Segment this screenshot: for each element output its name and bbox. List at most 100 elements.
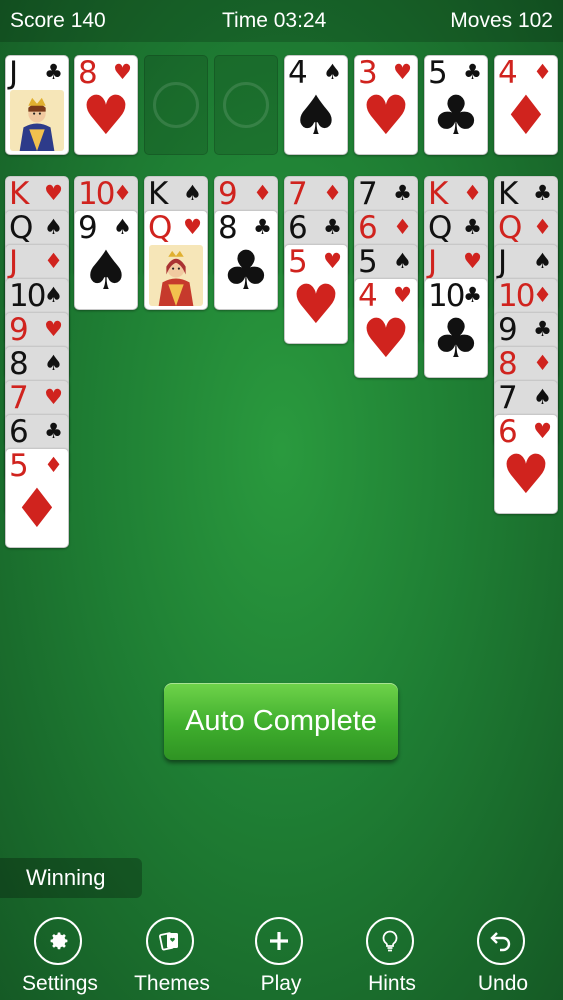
settings-label: Settings	[22, 972, 98, 995]
hints-button[interactable]: Hints	[340, 917, 444, 1000]
themes-label: Themes	[134, 972, 210, 995]
heart-large-icon: ♥	[361, 84, 411, 147]
club-icon: ♣	[323, 215, 342, 239]
club-large-icon: ♣	[431, 307, 481, 370]
diamond-icon: ♦	[113, 181, 132, 205]
tableau-card-queen-of-hearts[interactable]: Q ♥	[144, 210, 208, 310]
diamond-icon: ♦	[533, 215, 552, 239]
moves-display: Moves 102	[450, 9, 553, 32]
club-icon: ♣	[463, 283, 482, 307]
club-large-icon: ♣	[221, 239, 271, 302]
spade-large-icon: ♠	[291, 84, 341, 147]
card-rank: 10	[9, 278, 46, 314]
foundation-card-4-of-diamonds[interactable]: 4 ♦ ♦	[494, 55, 558, 155]
jack-face-illustration	[10, 90, 64, 151]
club-large-icon: ♣	[431, 84, 481, 147]
spade-icon: ♠	[113, 215, 132, 239]
hints-label: Hints	[368, 972, 416, 995]
spade-icon: ♠	[533, 385, 552, 409]
themes-button[interactable]: Themes	[120, 917, 224, 1000]
undo-label: Undo	[477, 972, 529, 995]
heart-icon: ♥	[533, 419, 552, 443]
club-icon: ♣	[463, 60, 482, 84]
heart-large-icon: ♥	[361, 307, 411, 370]
card-rank: J	[428, 244, 437, 280]
card-rank: K	[9, 176, 29, 212]
card-rank: 6	[358, 210, 378, 246]
card-rank: J	[9, 244, 18, 280]
heart-icon: ♥	[463, 249, 482, 273]
tableau-card-5-of-hearts[interactable]: 5 ♥ ♥	[284, 244, 348, 344]
empty-slot-ring-icon	[153, 82, 199, 128]
heart-icon: ♥	[393, 283, 412, 307]
tableau-card-9-of-spades[interactable]: 9 ♠ ♠	[74, 210, 138, 310]
settings-button[interactable]: Settings	[8, 917, 112, 1000]
heart-icon: ♥	[44, 181, 63, 205]
card-rank: Q	[498, 210, 522, 246]
diamond-icon: ♦	[253, 181, 272, 205]
diamond-icon: ♦	[533, 60, 552, 84]
foundation-card-4-of-spades[interactable]: 4 ♠ ♠	[284, 55, 348, 155]
diamond-icon: ♦	[323, 181, 342, 205]
heart-icon: ♥	[44, 317, 63, 341]
freecell-card-jack-of-clubs[interactable]: J ♣	[5, 55, 69, 155]
tableau-card-4-of-hearts[interactable]: 4 ♥ ♥	[354, 278, 418, 378]
play-button[interactable]: Play	[229, 917, 333, 1000]
lightbulb-icon	[366, 917, 414, 965]
card-rank: 8	[498, 346, 518, 382]
heart-large-icon: ♥	[81, 84, 131, 147]
undo-button[interactable]: Undo	[451, 917, 555, 1000]
spade-icon: ♠	[183, 181, 202, 205]
card-rank: Q	[9, 210, 33, 246]
club-icon: ♣	[533, 181, 552, 205]
club-icon: ♣	[44, 60, 63, 84]
diamond-icon: ♦	[533, 283, 552, 307]
themes-cards-icon	[146, 917, 194, 965]
spade-icon: ♠	[44, 351, 63, 375]
club-icon: ♣	[393, 181, 412, 205]
heart-icon: ♥	[323, 249, 342, 273]
spade-large-icon: ♠	[81, 239, 131, 302]
spade-icon: ♠	[393, 249, 412, 273]
card-rank: 7	[498, 380, 518, 416]
card-rank: 10	[498, 278, 535, 314]
foundation-card-5-of-clubs[interactable]: 5 ♣ ♣	[424, 55, 488, 155]
empty-free-cell[interactable]	[214, 55, 278, 155]
heart-large-icon: ♥	[501, 443, 551, 506]
freecell-card-8-of-hearts[interactable]: 8 ♥ ♥	[74, 55, 138, 155]
heart-large-icon: ♥	[291, 273, 341, 336]
heart-icon: ♥	[393, 60, 412, 84]
heart-icon: ♥	[44, 385, 63, 409]
card-rank: K	[498, 176, 518, 212]
auto-complete-button[interactable]: Auto Complete	[164, 683, 398, 760]
undo-arrow-icon	[477, 917, 525, 965]
diamond-icon: ♦	[44, 249, 63, 273]
card-rank: K	[148, 176, 168, 212]
winning-status-badge: Winning	[0, 858, 142, 898]
tableau-card-5-of-diamonds[interactable]: 5 ♦ ♦	[5, 448, 69, 548]
tableau-card-10-of-clubs[interactable]: 10 ♣ ♣	[424, 278, 488, 378]
club-icon: ♣	[533, 317, 552, 341]
card-rank: 7	[288, 176, 308, 212]
play-label: Play	[260, 972, 302, 995]
card-rank: J	[9, 55, 18, 91]
tableau-card-8-of-clubs[interactable]: 8 ♣ ♣	[214, 210, 278, 310]
foundation-card-3-of-hearts[interactable]: 3 ♥ ♥	[354, 55, 418, 155]
club-icon: ♣	[253, 215, 272, 239]
card-rank: 9	[498, 312, 518, 348]
card-rank: 9	[218, 176, 238, 212]
card-rank: 7	[358, 176, 378, 212]
diamond-large-icon: ♦	[12, 477, 62, 540]
empty-free-cell[interactable]	[144, 55, 208, 155]
timer-display: Time 03:24	[222, 9, 327, 32]
plus-icon	[255, 917, 303, 965]
spade-icon: ♠	[533, 249, 552, 273]
spade-icon: ♠	[44, 283, 63, 307]
card-rank: K	[428, 176, 448, 212]
heart-icon: ♥	[183, 215, 202, 239]
tableau-card-6-of-hearts[interactable]: 6 ♥ ♥	[494, 414, 558, 514]
card-rank: Q	[148, 210, 172, 246]
heart-icon: ♥	[113, 60, 132, 84]
diamond-icon: ♦	[44, 453, 63, 477]
card-rank: 9	[9, 312, 29, 348]
